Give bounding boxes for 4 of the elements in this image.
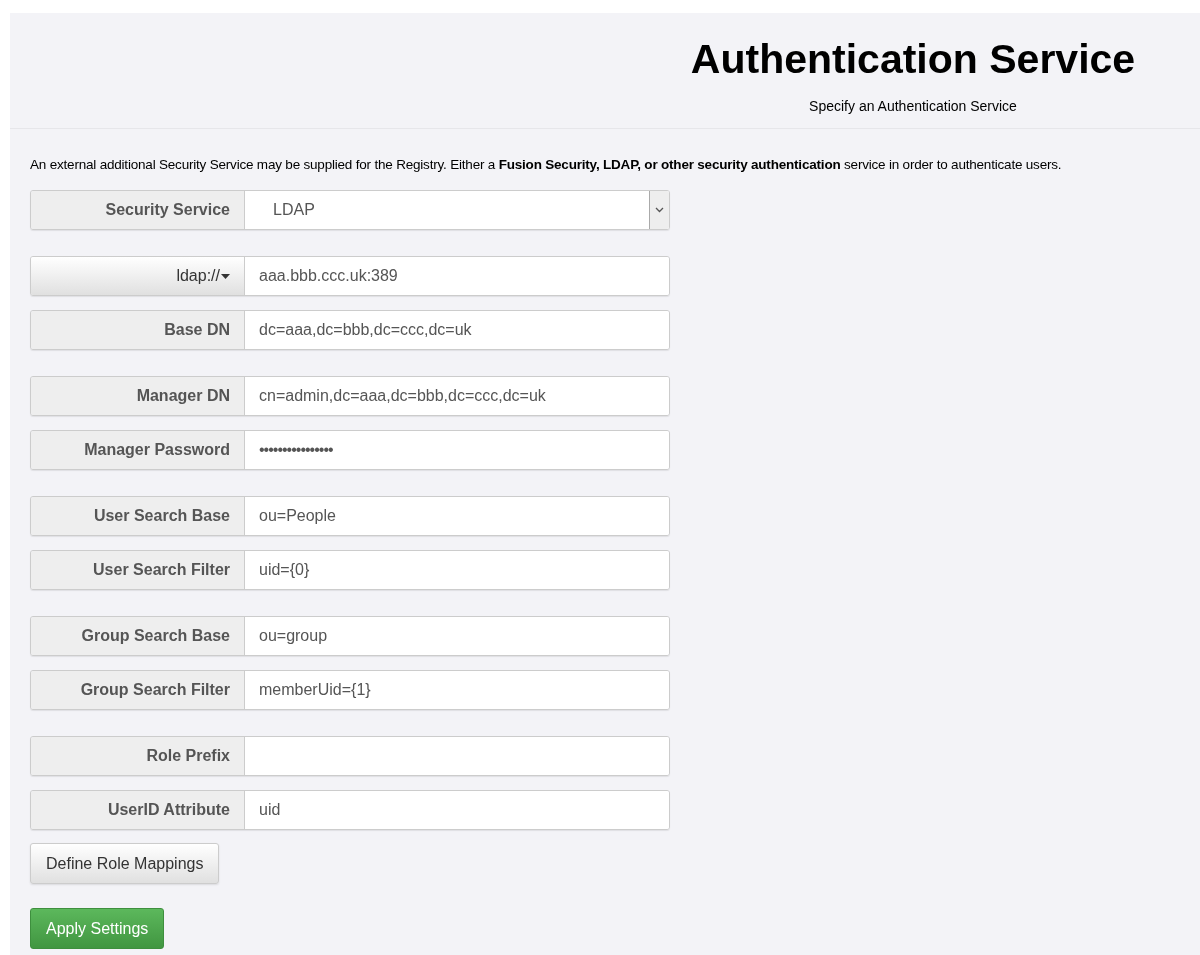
intro-text: An external additional Security Service may be supplied for the Registry. Either a Fusion Security, LDAP, or other security authentication service in order to authenticate users.: [30, 156, 1063, 174]
define-role-mappings-button[interactable]: Define Role Mappings: [30, 843, 220, 885]
page-subtitle: Specify an Authentication Service: [809, 97, 1017, 116]
page-title: Authentication Service: [690, 35, 1136, 83]
